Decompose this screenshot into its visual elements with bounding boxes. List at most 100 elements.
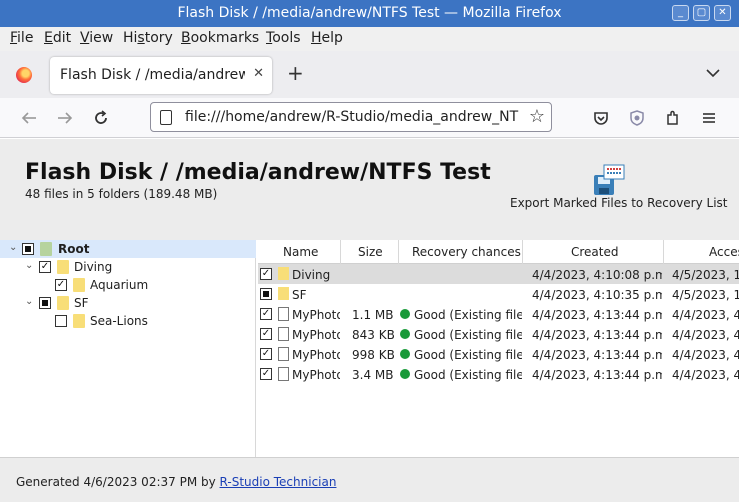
column-header-name[interactable]: Name <box>283 245 318 259</box>
r-studio-link[interactable]: R-Studio Technician <box>220 475 337 489</box>
menu-bookmarks[interactable]: Bookmarks <box>181 30 259 46</box>
table-row[interactable]: ✓ Diving 4/4/2023, 4:10:08 p.m. 4/5/2023… <box>258 264 739 284</box>
folder-icon <box>73 314 85 328</box>
folder-icon <box>57 296 69 310</box>
tree-item-label: Aquarium <box>90 278 149 292</box>
row-checkbox[interactable]: ✓ <box>260 308 272 320</box>
file-table: Name Size Recovery chances Created Acces… <box>258 240 739 458</box>
cell-size: 998 KB <box>352 348 395 362</box>
chevron-down-icon[interactable]: ⌄ <box>25 261 35 271</box>
folder-tree: ⌄ Root ⌄ ✓ Diving ✓ Aquarium ⌄ SF Sea-Li… <box>0 240 256 458</box>
maximize-button[interactable]: ▢ <box>693 5 710 21</box>
hamburger-menu-icon[interactable] <box>700 109 718 127</box>
row-checkbox[interactable]: ✓ <box>260 368 272 380</box>
folder-icon <box>73 278 85 292</box>
cell-accessed: 4/5/2023, 1:38:00 p.m. <box>672 288 739 302</box>
column-header-created[interactable]: Created <box>571 245 619 259</box>
cell-recovery: Good (Existing file) <box>414 368 522 382</box>
cell-name: MyPhoto2.jpg <box>292 328 340 342</box>
cell-name: MyPhoto1.jpg <box>292 308 340 322</box>
extensions-puzzle-icon[interactable] <box>664 109 682 127</box>
cell-name: SF <box>292 288 307 302</box>
tree-checkbox[interactable]: ✓ <box>39 261 51 273</box>
table-row[interactable]: ✓ MyPhoto4.jpg 3.4 MB Good (Existing fil… <box>258 364 739 384</box>
forward-arrow-icon[interactable] <box>56 109 74 127</box>
menu-bar: File Edit View History Bookmarks Tools H… <box>0 27 739 51</box>
shield-icon[interactable] <box>628 109 646 127</box>
cell-name: MyPhoto3.jpg <box>292 348 340 362</box>
tree-item-sf[interactable]: ⌄ SF <box>0 294 256 312</box>
cell-recovery: Good (Existing file) <box>414 308 522 322</box>
menu-tools[interactable]: Tools <box>266 30 301 46</box>
table-row[interactable]: ✓ MyPhoto2.jpg 843 KB Good (Existing fil… <box>258 324 739 344</box>
tab-bar: Flash Disk / /media/andrew/NTFS Test ✕ + <box>0 51 739 98</box>
url-text[interactable]: file:///home/andrew/R-Studio/media_andre… <box>185 109 519 125</box>
column-header-recovery[interactable]: Recovery chances <box>412 245 521 259</box>
row-checkbox[interactable]: ✓ <box>260 328 272 340</box>
page-title: Flash Disk / /media/andrew/NTFS Test <box>25 160 491 185</box>
menu-view[interactable]: View <box>80 30 113 46</box>
tree-checkbox[interactable] <box>39 297 51 309</box>
row-checkbox[interactable]: ✓ <box>260 348 272 360</box>
cell-size: 3.4 MB <box>352 368 394 382</box>
bookmark-star-icon[interactable]: ☆ <box>529 107 545 127</box>
status-good-icon <box>400 329 410 339</box>
cell-created: 4/4/2023, 4:13:44 p.m. <box>532 368 662 382</box>
tree-item-root[interactable]: ⌄ Root <box>0 240 256 258</box>
url-bar[interactable]: file:///home/andrew/R-Studio/media_andre… <box>150 102 552 132</box>
firefox-view-icon[interactable] <box>16 67 32 83</box>
menu-help[interactable]: Help <box>311 30 343 46</box>
table-header: Name Size Recovery chances Created Acces… <box>258 240 739 264</box>
new-tab-button[interactable]: + <box>287 63 304 83</box>
back-arrow-icon[interactable] <box>20 109 38 127</box>
tab-close-icon[interactable]: ✕ <box>253 66 264 81</box>
minimize-button[interactable]: _ <box>672 5 689 21</box>
tree-item-sea-lions[interactable]: Sea-Lions <box>0 312 256 330</box>
status-good-icon <box>400 309 410 319</box>
reload-icon[interactable] <box>92 109 110 127</box>
file-icon <box>278 367 289 381</box>
cell-size: 843 KB <box>352 328 395 342</box>
tree-checkbox[interactable] <box>55 315 67 327</box>
navigation-toolbar: file:///home/andrew/R-Studio/media_andre… <box>0 98 739 138</box>
table-row[interactable]: SF 4/4/2023, 4:10:35 p.m. 4/5/2023, 1:38… <box>258 284 739 304</box>
menu-history[interactable]: History <box>123 30 173 46</box>
status-good-icon <box>400 369 410 379</box>
file-icon <box>278 307 289 321</box>
export-disk-icon[interactable] <box>590 163 626 197</box>
report-footer: Generated 4/6/2023 02:37 PM by R-Studio … <box>0 457 739 502</box>
close-window-button[interactable]: ✕ <box>714 5 731 21</box>
cell-created: 4/4/2023, 4:10:08 p.m. <box>532 268 662 282</box>
cell-accessed: 4/4/2023, 4:13:44 p.m. <box>672 368 739 382</box>
cell-size: 1.1 MB <box>352 308 394 322</box>
pocket-icon[interactable] <box>592 109 610 127</box>
column-header-size[interactable]: Size <box>358 245 383 259</box>
cell-accessed: 4/4/2023, 4:13:44 p.m. <box>672 308 739 322</box>
tree-checkbox[interactable]: ✓ <box>55 279 67 291</box>
table-row[interactable]: ✓ MyPhoto3.jpg 998 KB Good (Existing fil… <box>258 344 739 364</box>
menu-edit[interactable]: Edit <box>44 30 71 46</box>
tree-item-label: Sea-Lions <box>90 314 148 328</box>
menu-file[interactable]: File <box>10 30 33 46</box>
tab-label: Flash Disk / /media/andrew/NTFS Test <box>60 67 245 83</box>
table-row[interactable]: ✓ MyPhoto1.jpg 1.1 MB Good (Existing fil… <box>258 304 739 324</box>
tree-item-diving[interactable]: ⌄ ✓ Diving <box>0 258 256 276</box>
column-header-accessed[interactable]: Accessed <box>709 245 739 259</box>
tree-item-aquarium[interactable]: ✓ Aquarium <box>0 276 256 294</box>
chevron-down-icon[interactable]: ⌄ <box>9 243 19 253</box>
chevron-down-icon[interactable] <box>706 66 720 80</box>
chevron-down-icon[interactable]: ⌄ <box>25 297 35 307</box>
tab-active[interactable]: Flash Disk / /media/andrew/NTFS Test ✕ <box>50 57 272 94</box>
tree-checkbox[interactable] <box>22 243 34 255</box>
cell-created: 4/4/2023, 4:13:44 p.m. <box>532 328 662 342</box>
tree-item-label: Root <box>58 242 90 256</box>
folder-icon <box>57 260 69 274</box>
cell-accessed: 4/4/2023, 4:13:44 p.m. <box>672 328 739 342</box>
export-marked-files-link[interactable]: Export Marked Files to Recovery List <box>510 196 728 210</box>
row-checkbox[interactable] <box>260 288 272 300</box>
column-divider <box>398 240 399 264</box>
generated-text: Generated 4/6/2023 02:37 PM by <box>16 475 220 489</box>
row-checkbox[interactable]: ✓ <box>260 268 272 280</box>
folder-icon <box>40 242 52 256</box>
tree-item-label: Diving <box>74 260 113 274</box>
